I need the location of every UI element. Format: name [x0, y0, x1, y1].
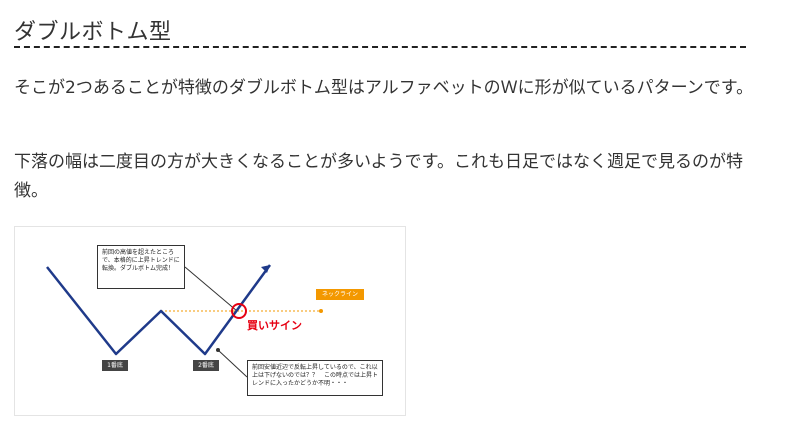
callout-bottom-leader [217, 349, 248, 378]
callout-uncertain: 前回安値近辺で反転上昇しているので、これ以上は下げないのでは？？ この時点では上… [247, 360, 383, 396]
heading-title: ダブルボトム型 [14, 20, 172, 45]
section-heading: ダブルボトム型 [14, 12, 746, 48]
neckline-end-dot [319, 309, 323, 313]
callout-breakout: 前回の高値を超えたところで、本格的に上昇トレンドに転換。ダブルボトム完成！ [97, 245, 185, 289]
callout-bottom-anchor-dot [216, 348, 220, 352]
paragraph-note: 下落の幅は二度目の方が大きくなることが多いようです。これも日足ではなく週足で見る… [14, 152, 743, 201]
paragraph-description: そこが2つあることが特徴のダブルボトム型はアルファベットのＷに形が似ているパター… [14, 78, 754, 98]
buy-signal-label: 買いサイン [247, 319, 302, 332]
neckline-label: ネックライン [316, 289, 364, 300]
second-bottom-label: 2番底 [193, 360, 219, 371]
double-bottom-diagram: 前回の高値を超えたところで、本格的に上昇トレンドに転換。ダブルボトム完成！ 前回… [14, 226, 406, 416]
first-bottom-label: 1番底 [102, 360, 128, 371]
callout-top-leader [184, 266, 238, 312]
